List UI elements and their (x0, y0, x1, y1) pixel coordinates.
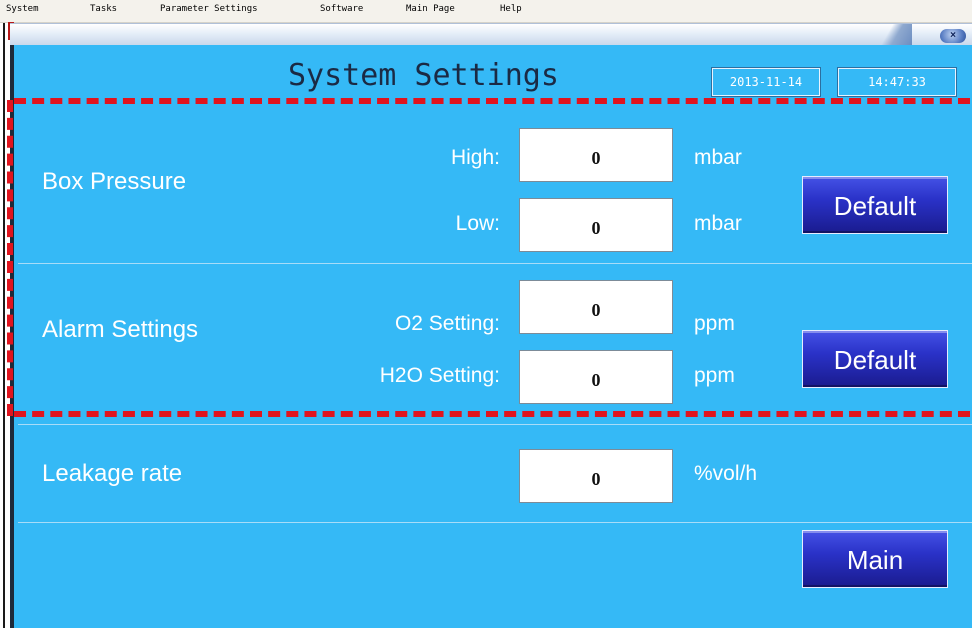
h2o-setting-field[interactable]: 0 (519, 350, 673, 404)
close-icon[interactable]: × (940, 29, 966, 43)
low-label: Low: (455, 212, 500, 235)
high-pressure-field[interactable]: 0 (519, 128, 673, 182)
window-title-strip: × (10, 23, 972, 46)
o2-setting-field[interactable]: 0 (519, 280, 673, 334)
low-unit: mbar (694, 212, 742, 235)
section-divider (18, 522, 972, 523)
highlight-bottom-edge (14, 411, 970, 417)
alarm-default-button[interactable]: Default (802, 330, 948, 388)
o2-unit: ppm (694, 312, 735, 335)
title-strip-decoration (872, 24, 912, 46)
high-unit: mbar (694, 146, 742, 169)
alarm-settings-label: Alarm Settings (42, 316, 199, 343)
section-divider (18, 263, 972, 264)
high-label: High: (450, 146, 500, 169)
menu-system[interactable]: System (6, 4, 39, 14)
h2o-label: H2O Setting: (379, 364, 500, 387)
menu-software[interactable]: Software (320, 4, 363, 14)
highlight-left-edge (7, 100, 13, 416)
main-button[interactable]: Main (802, 530, 948, 588)
section-divider (18, 424, 972, 425)
leakage-rate-label: Leakage rate (42, 460, 183, 487)
highlight-top-edge (14, 98, 970, 104)
leakage-unit: %vol/h (694, 462, 758, 485)
low-pressure-field[interactable]: 0 (519, 198, 673, 252)
h2o-unit: ppm (694, 364, 735, 387)
menu-main-page[interactable]: Main Page (406, 4, 455, 14)
pressure-default-button[interactable]: Default (802, 176, 948, 234)
box-pressure-label: Box Pressure (42, 168, 187, 195)
menu-tasks[interactable]: Tasks (90, 4, 117, 14)
o2-label: O2 Setting: (394, 312, 500, 335)
leakage-rate-field[interactable]: 0 (519, 449, 673, 503)
menu-help[interactable]: Help (500, 4, 522, 14)
menu-parameter-settings[interactable]: Parameter Settings (160, 4, 258, 14)
page-title: System Settings (288, 58, 559, 93)
time-display: 14:47:33 (837, 67, 957, 97)
date-display: 2013-11-14 (711, 67, 821, 97)
menu-bar: System Tasks Parameter Settings Software… (0, 0, 972, 23)
